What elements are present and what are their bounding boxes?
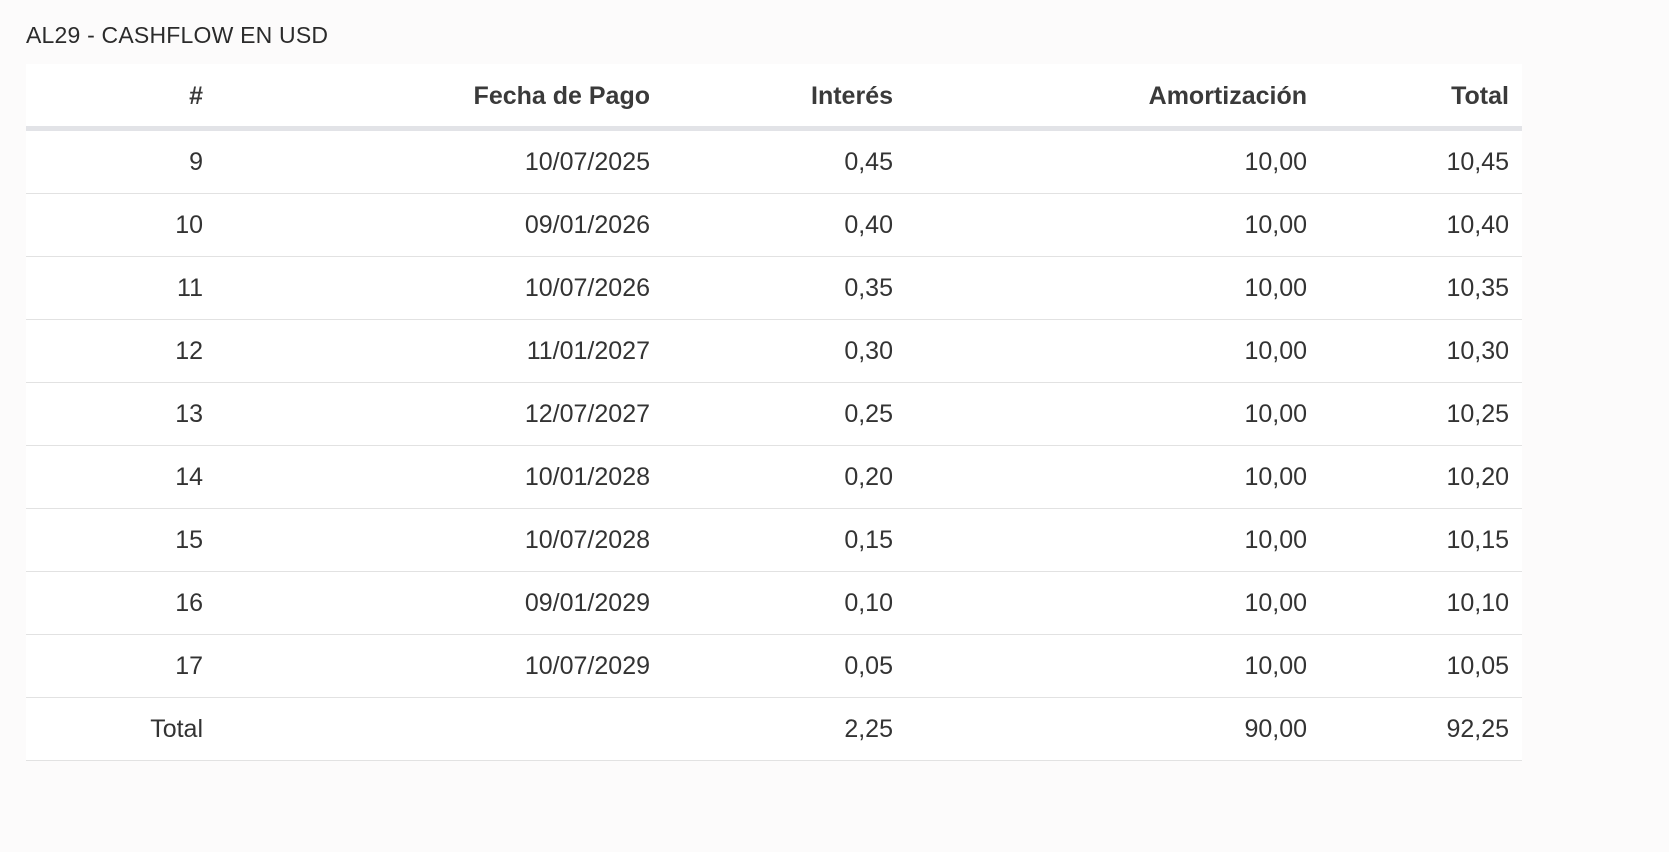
cell-payment-date: 10/07/2029 [524, 651, 650, 680]
cell-interest: 0,45 [844, 147, 893, 176]
cell-number: 11 [177, 273, 203, 302]
header-number[interactable]: # [189, 64, 203, 126]
cell-total: 10,25 [1446, 399, 1509, 428]
cell-total: 10,30 [1446, 336, 1509, 365]
header-total[interactable]: Total [1451, 64, 1509, 126]
totals-label: Total [150, 714, 203, 743]
totals-interest: 2,25 [844, 714, 893, 743]
table-row: 17 10/07/2029 0,05 10,00 10,05 [26, 635, 1522, 698]
cell-interest: 0,40 [844, 210, 893, 239]
table-row: 15 10/07/2028 0,15 10,00 10,15 [26, 509, 1522, 572]
header-payment-date[interactable]: Fecha de Pago [474, 64, 650, 126]
table-row: 13 12/07/2027 0,25 10,00 10,25 [26, 383, 1522, 446]
totals-row: Total 2,25 90,00 92,25 [26, 698, 1522, 761]
page-title: AL29 - CASHFLOW EN USD [26, 22, 329, 48]
cell-amortization: 10,00 [1244, 462, 1307, 491]
cell-number: 9 [189, 147, 203, 176]
cell-interest: 0,15 [844, 525, 893, 554]
cell-number: 17 [175, 651, 203, 680]
table-row: 12 11/01/2027 0,30 10,00 10,30 [26, 320, 1522, 383]
cell-amortization: 10,00 [1244, 147, 1307, 176]
cell-total: 10,10 [1446, 588, 1509, 617]
cell-amortization: 10,00 [1244, 588, 1307, 617]
table-row: 9 10/07/2025 0,45 10,00 10,45 [26, 131, 1522, 194]
table-row: 14 10/01/2028 0,20 10,00 10,20 [26, 446, 1522, 509]
cell-total: 10,40 [1446, 210, 1509, 239]
cell-interest: 0,30 [844, 336, 893, 365]
totals-total: 92,25 [1446, 714, 1509, 743]
cell-payment-date: 12/07/2027 [524, 399, 650, 428]
cell-total: 10,20 [1446, 462, 1509, 491]
cell-payment-date: 10/07/2028 [524, 525, 650, 554]
table-header-row: # Fecha de Pago Interés Amortización Tot… [26, 64, 1522, 131]
totals-amortization: 90,00 [1244, 714, 1307, 743]
cell-amortization: 10,00 [1244, 273, 1307, 302]
cell-amortization: 10,00 [1244, 210, 1307, 239]
cell-total: 10,35 [1446, 273, 1509, 302]
cell-payment-date: 10/01/2028 [524, 462, 650, 491]
cell-amortization: 10,00 [1244, 336, 1307, 365]
cell-amortization: 10,00 [1244, 399, 1307, 428]
cell-payment-date: 09/01/2026 [524, 210, 650, 239]
table-row: 16 09/01/2029 0,10 10,00 10,10 [26, 572, 1522, 635]
cell-interest: 0,05 [844, 651, 893, 680]
cell-total: 10,15 [1446, 525, 1509, 554]
cell-number: 14 [175, 462, 203, 491]
cell-interest: 0,35 [844, 273, 893, 302]
cell-amortization: 10,00 [1244, 651, 1307, 680]
cell-number: 16 [175, 588, 203, 617]
cell-total: 10,05 [1446, 651, 1509, 680]
cell-number: 13 [175, 399, 203, 428]
header-interest[interactable]: Interés [811, 64, 893, 126]
cell-number: 10 [175, 210, 203, 239]
cell-interest: 0,25 [844, 399, 893, 428]
cell-payment-date: 10/07/2026 [524, 273, 650, 302]
cell-payment-date: 11/01/2027 [526, 336, 650, 365]
cell-number: 15 [175, 525, 203, 554]
cashflow-table: # Fecha de Pago Interés Amortización Tot… [26, 64, 1522, 761]
cell-payment-date: 09/01/2029 [524, 588, 650, 617]
cell-total: 10,45 [1446, 147, 1509, 176]
cell-payment-date: 10/07/2025 [524, 147, 650, 176]
header-amortization[interactable]: Amortización [1149, 64, 1307, 126]
table-row: 11 10/07/2026 0,35 10,00 10,35 [26, 257, 1522, 320]
cell-number: 12 [175, 336, 203, 365]
cell-interest: 0,20 [844, 462, 893, 491]
cell-amortization: 10,00 [1244, 525, 1307, 554]
table-row: 10 09/01/2026 0,40 10,00 10,40 [26, 194, 1522, 257]
cell-interest: 0,10 [844, 588, 893, 617]
